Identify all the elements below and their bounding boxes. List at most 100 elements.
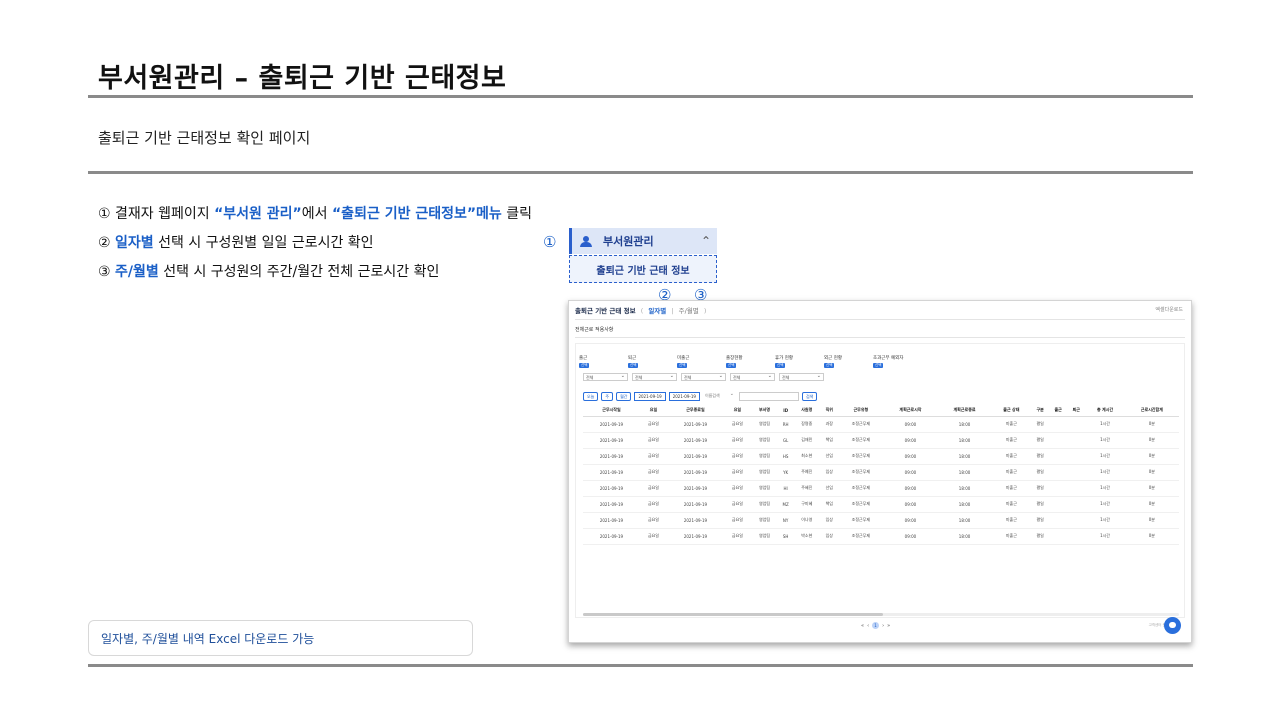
filter-badge[interactable]: 선택 <box>824 363 835 368</box>
table-cell: 김재민 <box>793 432 821 449</box>
user-icon <box>580 235 592 247</box>
title-divider <box>88 95 1193 98</box>
step-item: ③ 주/월별 선택 시 구성원의 주간/월간 전체 근로시간 확인 <box>98 258 532 287</box>
table-cell: 책임 <box>820 432 839 449</box>
chat-icon[interactable] <box>1164 617 1181 634</box>
table-cell: 2021-09-19 <box>583 448 640 465</box>
table-cell: 1시간 <box>1085 512 1125 529</box>
table-cell <box>1049 528 1068 545</box>
table-cell: 금요일 <box>723 464 751 481</box>
table-row[interactable]: 2021-09-19 금요일 2021-09-19 금요일 영업팀 MZ 구미혜 책임 조정근무… <box>583 496 1179 513</box>
step-text: 에서 <box>301 206 332 222</box>
tab-daily[interactable]: 일자별 <box>648 307 666 315</box>
column-header: 근무유형 <box>838 405 884 417</box>
search-button[interactable]: 검색 <box>801 392 818 401</box>
table-cell <box>1049 416 1068 433</box>
slide-subtitle: 출퇴근 기반 근태정보 확인 페이지 <box>98 129 311 147</box>
table-cell <box>1067 480 1086 497</box>
filter-select[interactable]: 전체 <box>779 373 824 381</box>
table-cell: 영업팀 <box>750 432 779 449</box>
table-cell: 2021-09-19 <box>666 480 724 497</box>
column-header: 근무종료일 <box>666 405 724 417</box>
filter-badge[interactable]: 선택 <box>677 363 688 368</box>
chevron-up-icon[interactable]: ⌃ <box>701 234 711 248</box>
filter-badge[interactable]: 선택 <box>579 363 590 368</box>
table-cell: 1시간 <box>1085 416 1125 433</box>
step-item: ① 결재자 웹페이지 “부서원 관리”에서 “출퇴근 기반 근태정보”메뉴 클릭 <box>98 200 532 229</box>
search-type-select[interactable]: 이름검색 <box>703 391 736 401</box>
search-input[interactable] <box>738 392 799 401</box>
table-cell: 조정근무제 <box>838 512 884 529</box>
prev-page-button[interactable]: ‹ <box>867 623 869 629</box>
filter-label: 초과근무 예외자 <box>873 356 904 361</box>
filter-select[interactable]: 전체 <box>632 373 677 381</box>
column-header: 출근 <box>1049 405 1068 417</box>
table-row[interactable]: 2021-09-19 금요일 2021-09-19 금요일 영업팀 HI 주혜진 선임 조정근무… <box>583 480 1179 497</box>
table-cell: 금요일 <box>639 512 667 529</box>
filter-badge[interactable]: 선택 <box>726 363 737 368</box>
filter-select[interactable]: 전체 <box>583 373 628 381</box>
table-cell: 평일 <box>1031 464 1050 481</box>
filter-badge[interactable]: 선택 <box>775 363 786 368</box>
table-cell: 박소현 <box>793 528 821 545</box>
table-cell: 임상 <box>820 528 839 545</box>
table-cell: 18:00 <box>937 416 992 433</box>
table-cell: 금요일 <box>723 512 751 529</box>
today-button[interactable]: 오늘 <box>583 392 599 401</box>
menu-item-attendance[interactable]: 출퇴근 기반 근태 정보 <box>569 255 717 283</box>
date-from-input[interactable]: 2021-09-19 <box>634 392 666 401</box>
table-cell: 09:00 <box>883 432 938 449</box>
column-header: 구분 <box>1031 405 1050 417</box>
table-row[interactable]: 2021-09-19 금요일 2021-09-19 금요일 영업팀 HS 최소현 선임 조정근무… <box>583 448 1179 465</box>
step-text: 선택 시 구성원별 일일 근로시간 확인 <box>153 235 374 251</box>
table-cell: 조정근무제 <box>838 496 884 513</box>
table-cell <box>1067 496 1086 513</box>
filter-select[interactable]: 전체 <box>730 373 775 381</box>
table-row[interactable]: 2021-09-19 금요일 2021-09-19 금요일 영업팀 GL 김재민 책임 조정근무… <box>583 432 1179 449</box>
menu-department-management[interactable]: 부서원관리 ⌃ <box>569 228 717 254</box>
table-row[interactable]: 2021-09-19 금요일 2021-09-19 금요일 영업팀 NY 이나영 임상 조정근무… <box>583 512 1179 529</box>
table-cell: 18:00 <box>937 512 992 529</box>
first-page-button[interactable]: « <box>861 623 864 629</box>
attendance-screen: 출퇴근 기반 근태 정보 ( 일자별 | 주/월별 ) 엑셀다운로드 전체근로 … <box>568 300 1192 643</box>
table-cell: 조정근무제 <box>838 464 884 481</box>
horizontal-scrollbar[interactable] <box>583 613 883 616</box>
table-cell: 2021-09-19 <box>583 464 640 481</box>
month-button[interactable]: 월간 <box>616 392 632 401</box>
filter-badge[interactable]: 선택 <box>628 363 639 368</box>
excel-download-link[interactable]: 엑셀다운로드 <box>1155 306 1183 313</box>
table-cell: 2021-09-19 <box>583 480 640 497</box>
table-cell: 금요일 <box>723 480 751 497</box>
filter-item: 미출근 선택 <box>677 355 726 368</box>
table-cell: 평일 <box>1031 528 1050 545</box>
table-cell: 09:00 <box>883 512 938 529</box>
table-cell <box>1067 512 1086 529</box>
table-cell: 주혜진 <box>793 480 821 497</box>
column-header: 총 계시간 <box>1085 405 1125 417</box>
table-cell: 18:00 <box>937 528 992 545</box>
filter-select[interactable]: 전체 <box>681 373 726 381</box>
filter-badge[interactable]: 선택 <box>873 363 884 368</box>
table-cell: 과장 <box>820 416 839 433</box>
table-cell: 장명중 <box>793 416 821 433</box>
table-cell: HS <box>778 448 794 465</box>
table-cell: 평일 <box>1031 432 1050 449</box>
table-row[interactable]: 2021-09-19 금요일 2021-09-19 금요일 영업팀 SH 박소현 임상 조정근무… <box>583 528 1179 545</box>
last-page-button[interactable]: » <box>887 623 890 629</box>
divider <box>575 319 1185 320</box>
table-cell: 미출근 <box>991 528 1032 545</box>
select-group: 전체 전체 전체 전체 전체 <box>583 373 824 381</box>
week-button[interactable]: 주 <box>601 392 614 401</box>
table-cell: 선임 <box>820 448 839 465</box>
filter-label: 외근 현황 <box>824 356 842 361</box>
table-row[interactable]: 2021-09-19 금요일 2021-09-19 금요일 영업팀 YK 주예진 임상 조정근무… <box>583 464 1179 481</box>
current-page[interactable]: 1 <box>872 622 880 629</box>
next-page-button[interactable]: › <box>882 623 884 629</box>
table-cell: 0분 <box>1124 512 1179 529</box>
table-cell: 09:00 <box>883 496 938 513</box>
table-cell: 18:00 <box>937 448 992 465</box>
step-highlight: 일자별 <box>115 235 154 251</box>
tab-weekly-monthly[interactable]: 주/월별 <box>679 307 699 315</box>
date-to-input[interactable]: 2021-09-19 <box>668 392 700 401</box>
table-row[interactable]: 2021-09-19 금요일 2021-09-19 금요일 영업팀 RH 장명중 과장 조정근무… <box>583 416 1179 433</box>
